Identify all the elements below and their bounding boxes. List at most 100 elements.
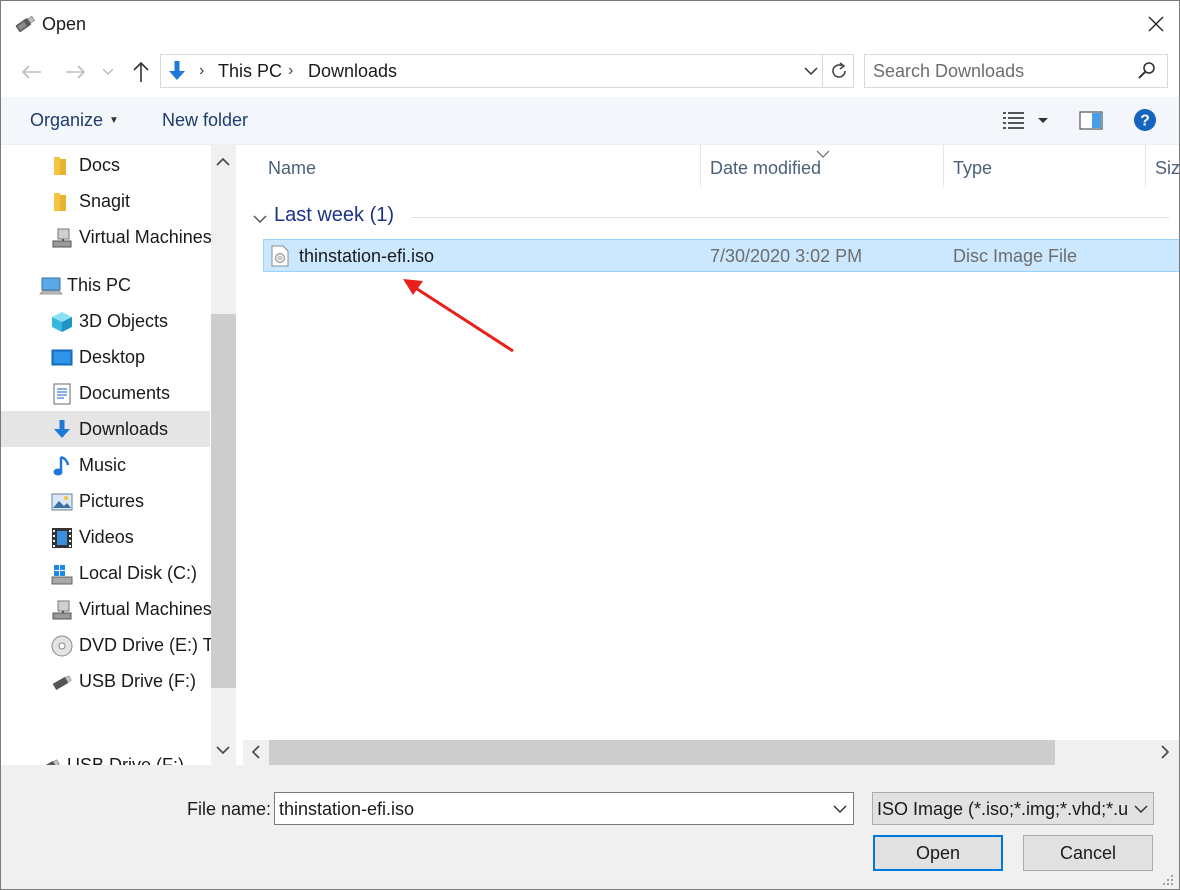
- sidebar-item-this-pc[interactable]: This PC: [1, 267, 210, 303]
- arrow-right-icon: [66, 65, 86, 79]
- sidebar-item-virtual-machines[interactable]: Virtual Machines: [1, 219, 212, 255]
- local-disk-icon: [51, 563, 73, 585]
- scroll-down-button[interactable]: [215, 742, 231, 758]
- sidebar-scroll-thumb[interactable]: [211, 314, 236, 688]
- disc-image-file-icon: [271, 245, 289, 272]
- help-icon: ?: [1134, 109, 1156, 131]
- help-button[interactable]: ?: [1133, 108, 1157, 137]
- sidebar-item-label: This PC: [67, 275, 132, 295]
- column-header-size[interactable]: Size: [1155, 145, 1179, 187]
- sidebar-item-desktop[interactable]: Desktop: [1, 339, 210, 375]
- navigation-pane: Docs Snagit Virtual Machines This PC 3D: [1, 145, 237, 765]
- chevron-down-icon: [252, 209, 268, 230]
- column-divider[interactable]: [1145, 145, 1146, 187]
- file-name: thinstation-efi.iso: [299, 246, 435, 266]
- network-drive-icon: [51, 599, 73, 621]
- usb-drive-icon: [13, 13, 37, 35]
- column-header-type[interactable]: Type: [953, 145, 992, 187]
- open-button[interactable]: Open: [873, 835, 1003, 871]
- organize-label: Organize: [30, 110, 104, 130]
- group-header[interactable]: Last week (1): [243, 203, 1179, 233]
- sidebar-item-virtual-machines-drive[interactable]: Virtual Machines: [1, 591, 212, 627]
- chevron-down-icon: [1134, 804, 1148, 813]
- horizontal-scrollbar[interactable]: [243, 740, 1179, 765]
- sidebar-item-usb-drive-f-root[interactable]: USB Drive (F:): [1, 747, 210, 765]
- chevron-down-icon: [216, 745, 230, 754]
- sidebar-item-label: Snagit: [79, 191, 131, 211]
- sidebar-item-videos[interactable]: Videos: [1, 519, 210, 555]
- breadcrumb-downloads[interactable]: Downloads: [308, 61, 397, 82]
- column-header-name[interactable]: Name: [268, 145, 316, 187]
- sidebar-item-snagit[interactable]: Snagit: [1, 183, 210, 219]
- music-icon: [52, 455, 74, 477]
- sidebar-item-3d-objects[interactable]: 3D Objects: [1, 303, 210, 339]
- back-button[interactable]: [16, 57, 46, 87]
- recent-locations-button[interactable]: [96, 57, 120, 87]
- up-button[interactable]: [126, 57, 156, 87]
- file-name-label: File name:: [187, 799, 272, 819]
- sidebar-item-pictures[interactable]: Pictures: [1, 483, 210, 519]
- scroll-right-button[interactable]: [1157, 744, 1173, 760]
- usb-drive-icon: [39, 755, 61, 765]
- table-row[interactable]: thinstation-efi.iso 7/30/2020 3:02 PM Di…: [263, 239, 1179, 272]
- search-input[interactable]: [873, 59, 1123, 83]
- refresh-button[interactable]: [822, 54, 854, 88]
- preview-pane-button[interactable]: [1079, 111, 1103, 136]
- resize-grip-icon[interactable]: [1161, 873, 1175, 887]
- address-bar[interactable]: › This PC › Downloads: [160, 54, 854, 88]
- pictures-icon: [51, 491, 73, 513]
- search-icon[interactable]: [1137, 61, 1157, 86]
- dvd-drive-icon: [51, 635, 73, 657]
- address-dropdown-button[interactable]: [799, 59, 823, 83]
- file-type-dropdown-button[interactable]: [1129, 797, 1153, 821]
- scroll-up-button[interactable]: [215, 153, 231, 169]
- annotation-arrow: [403, 279, 514, 353]
- sidebar-scrollbar[interactable]: [211, 145, 236, 765]
- file-type: Disc Image File: [953, 246, 1078, 266]
- sidebar-item-downloads[interactable]: Downloads: [1, 411, 210, 447]
- breadcrumb-this-pc[interactable]: This PC: [218, 61, 282, 82]
- scroll-left-button[interactable]: [247, 744, 263, 760]
- preview-pane-icon: [1079, 111, 1103, 130]
- file-name-combobox[interactable]: [274, 792, 854, 825]
- sidebar-item-label: Pictures: [79, 491, 145, 511]
- sidebar-item-label: Virtual Machines: [79, 599, 212, 619]
- sidebar-item-usb-drive-f[interactable]: USB Drive (F:): [1, 663, 210, 699]
- forward-button[interactable]: [61, 57, 91, 87]
- open-dialog: Open › This PC › Downloads Search Downlo…: [0, 0, 1180, 890]
- sidebar-item-label: Documents: [79, 383, 171, 403]
- column-divider[interactable]: [700, 145, 701, 187]
- refresh-icon: [831, 62, 846, 78]
- chevron-down-icon: [833, 804, 847, 813]
- horizontal-scroll-thumb[interactable]: [269, 740, 1055, 765]
- search-box[interactable]: [864, 54, 1168, 88]
- chevron-down-icon: [804, 66, 818, 75]
- sidebar-item-local-disk-c[interactable]: Local Disk (C:): [1, 555, 210, 591]
- column-divider[interactable]: [943, 145, 944, 187]
- group-divider: [411, 217, 1169, 218]
- file-type-select[interactable]: ISO Image (*.iso;*.img;*.vhd;*.u: [872, 792, 1154, 825]
- view-options-button[interactable]: [1002, 110, 1054, 135]
- videos-icon: [51, 527, 73, 549]
- chevron-right-icon: [1160, 745, 1169, 759]
- sidebar-item-label: Videos: [79, 527, 134, 547]
- bottom-panel: File name: ISO Image (*.iso;*.img;*.vhd;…: [1, 765, 1179, 889]
- close-button[interactable]: [1133, 1, 1179, 47]
- column-header-date-modified[interactable]: Date modified: [710, 145, 821, 187]
- sidebar-item-label: Desktop: [79, 347, 146, 367]
- network-drive-icon: [51, 227, 73, 249]
- cancel-button[interactable]: Cancel: [1023, 835, 1153, 871]
- sidebar-item-label: Virtual Machines: [79, 227, 212, 247]
- file-name-input[interactable]: [279, 797, 819, 821]
- file-name-dropdown-button[interactable]: [828, 797, 852, 821]
- new-folder-button[interactable]: New folder: [162, 110, 248, 131]
- sidebar-item-docs[interactable]: Docs: [1, 147, 210, 183]
- chevron-right-icon: ›: [288, 62, 294, 79]
- title-bar: Open: [1, 1, 1179, 47]
- organize-button[interactable]: Organize ▼: [30, 110, 119, 131]
- address-row: › This PC › Downloads: [1, 47, 1179, 97]
- sidebar-item-documents[interactable]: Documents: [1, 375, 210, 411]
- file-date-modified: 7/30/2020 3:02 PM: [710, 246, 863, 266]
- sidebar-item-dvd-drive-e[interactable]: DVD Drive (E:) Th: [1, 627, 224, 663]
- sidebar-item-music[interactable]: Music: [1, 447, 210, 483]
